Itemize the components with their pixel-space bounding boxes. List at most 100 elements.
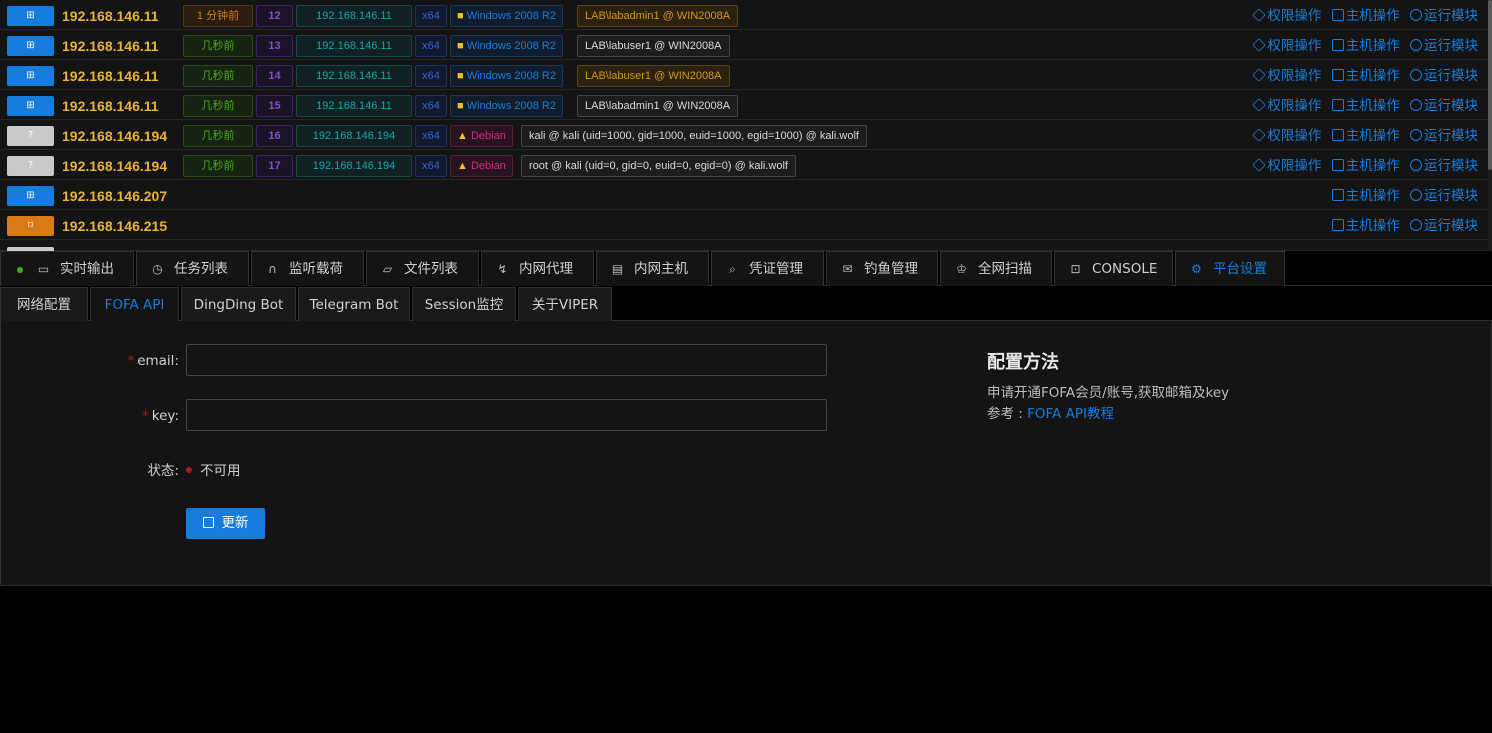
windows-icon: ⊞ [7, 96, 54, 116]
session-row[interactable]: ? 192.168.146.194 几秒前 16 192.168.146.194… [0, 120, 1488, 150]
server-icon: ▤ [611, 262, 624, 276]
privilege-ops-link[interactable]: 权限操作 [1252, 98, 1321, 114]
session-row[interactable]: ⊞ 192.168.146.11 几秒前 14 192.168.146.11 x… [0, 60, 1488, 90]
host-ops-link[interactable]: 主机操作 [1331, 188, 1400, 204]
action-label: 权限操作 [1267, 128, 1322, 144]
run-module-link[interactable]: 运行模块 [1410, 128, 1478, 144]
run-module-link[interactable]: 运行模块 [1410, 98, 1478, 114]
local-ip: 192.168.146.11 [296, 95, 412, 117]
session-row[interactable]: ⊞ 192.168.146.11 几秒前 15 192.168.146.11 x… [0, 90, 1488, 120]
tab-session-monitor[interactable]: Session监控 [412, 287, 516, 321]
play-icon [1410, 219, 1422, 231]
session-id: 16 [256, 125, 293, 147]
session-list: ⊞ 192.168.146.11 1 分钟前 12 192.168.146.11… [0, 0, 1492, 251]
host-icon [1331, 9, 1344, 21]
host-ops-link[interactable]: 主机操作 [1331, 158, 1400, 174]
row-actions: 权限操作 主机操作 运行模块 [1247, 36, 1478, 56]
row-actions: 权限操作 主机操作 运行模块 [1247, 66, 1478, 86]
heartbeat-time: 几秒前 [183, 65, 253, 87]
privilege-icon [1252, 8, 1267, 22]
tab-fofa-api[interactable]: FOFA API [90, 287, 179, 321]
howto-reference: 参考 : FOFA API教程 [987, 404, 1114, 424]
tab-network-config[interactable]: 网络配置 [0, 287, 88, 321]
session-row[interactable]: ? 192.168.146.194 几秒前 17 192.168.146.194… [0, 150, 1488, 180]
tab-listeners[interactable]: ∩ 监听载荷 [251, 251, 364, 286]
host-ops-link[interactable]: 主机操作 [1331, 38, 1400, 54]
privilege-ops-link[interactable]: 权限操作 [1252, 38, 1322, 54]
folder-icon: ▱ [382, 262, 393, 276]
windows-logo-icon: ■ [457, 10, 464, 22]
tab-task-list[interactable]: ◷ 任务列表 [136, 251, 249, 286]
local-ip: 192.168.146.194 [296, 155, 412, 177]
host-row[interactable]: ⊞ 192.168.146.207 主机操作 运行模块 [0, 180, 1488, 210]
tab-label: CONSOLE [1092, 261, 1158, 277]
required-mark: * [127, 353, 135, 369]
host-row[interactable]: ⌑ 192.168.146.215 主机操作 运行模块 [0, 210, 1488, 240]
session-ip: 192.168.146.11 [62, 8, 159, 24]
run-module-link[interactable]: 运行模块 [1410, 158, 1478, 174]
action-label: 主机操作 [1345, 188, 1400, 204]
local-ip: 192.168.146.11 [296, 65, 412, 87]
play-icon [1410, 129, 1422, 141]
run-module-link[interactable]: 运行模块 [1410, 38, 1478, 54]
windows-logo-icon: ■ [457, 40, 464, 52]
tab-intranet-hosts[interactable]: ▤ 内网主机 [596, 251, 709, 286]
row-actions: 权限操作 主机操作 运行模块 [1247, 156, 1478, 176]
host-ops-link[interactable]: 主机操作 [1331, 68, 1400, 84]
host-ops-link[interactable]: 主机操作 [1331, 128, 1400, 144]
windows-icon: ⊞ [7, 6, 54, 26]
tab-telegram-bot[interactable]: Telegram Bot [298, 287, 410, 321]
action-label: 运行模块 [1424, 8, 1478, 24]
tab-platform-settings[interactable]: ⚙ 平台设置 [1175, 251, 1285, 286]
tab-dingding-bot[interactable]: DingDing Bot [181, 287, 296, 321]
action-label: 运行模块 [1424, 128, 1478, 144]
privilege-ops-link[interactable]: 权限操作 [1252, 68, 1321, 84]
privilege-icon [1252, 68, 1267, 82]
email-label: * email: [127, 353, 179, 369]
tab-label: 内网主机 [634, 261, 688, 277]
privilege-icon [1252, 38, 1267, 52]
run-module-link[interactable]: 运行模块 [1410, 218, 1478, 234]
tab-about-viper[interactable]: 关于VIPER [518, 287, 612, 321]
scrollbar-thumb[interactable] [1488, 0, 1492, 170]
host-ops-link[interactable]: 主机操作 [1331, 8, 1400, 24]
email-field[interactable] [186, 344, 827, 376]
tab-file-list[interactable]: ▱ 文件列表 [366, 251, 479, 286]
tab-label: 文件列表 [404, 261, 458, 277]
user-tag: LAB\labadmin1 @ WIN2008A [577, 95, 739, 117]
session-row[interactable]: ⊞ 192.168.146.11 1 分钟前 12 192.168.146.11… [0, 0, 1488, 30]
host-ops-link[interactable]: 主机操作 [1331, 218, 1400, 234]
tab-console[interactable]: ⊡ CONSOLE [1054, 251, 1173, 286]
host-ip: 192.168.146.215 [62, 218, 168, 234]
user-tag: root @ kali (uid=0, gid=0, euid=0, egid=… [521, 155, 796, 177]
action-label: 权限操作 [1267, 38, 1322, 54]
fofa-tutorial-link[interactable]: FOFA API教程 [1027, 406, 1114, 422]
privilege-ops-link[interactable]: 权限操作 [1252, 158, 1322, 174]
action-label: 运行模块 [1424, 68, 1478, 84]
run-module-link[interactable]: 运行模块 [1410, 8, 1478, 24]
tab-label: 监听载荷 [289, 261, 343, 277]
privilege-icon [1252, 158, 1267, 172]
update-button[interactable]: 更新 [186, 508, 265, 539]
key-field[interactable] [186, 399, 827, 431]
action-label: 权限操作 [1267, 158, 1322, 174]
session-row[interactable]: ⊞ 192.168.146.11 几秒前 13 192.168.146.11 x… [0, 30, 1488, 60]
run-module-link[interactable]: 运行模块 [1410, 188, 1478, 204]
tab-realtime-output[interactable]: ▭ 实时输出 [0, 251, 134, 286]
arch-tag: x64 [415, 95, 447, 117]
tab-intranet-proxy[interactable]: ↯ 内网代理 [481, 251, 594, 286]
scrollbar[interactable] [1488, 0, 1492, 251]
user-tag: LAB\labuser1 @ WIN2008A [577, 65, 730, 87]
host-ops-link[interactable]: 主机操作 [1331, 98, 1400, 114]
privilege-ops-link[interactable]: 权限操作 [1252, 128, 1322, 144]
monitor-icon: ▭ [37, 262, 50, 276]
tab-network-scan[interactable]: ♔ 全网扫描 [940, 251, 1052, 286]
tab-credentials[interactable]: ⌕ 凭证管理 [711, 251, 824, 286]
terminal-icon: ⊡ [1070, 262, 1081, 276]
tab-phishing[interactable]: ✉ 钓鱼管理 [826, 251, 938, 286]
arch-tag: x64 [415, 5, 447, 27]
session-id: 17 [256, 155, 293, 177]
privilege-ops-link[interactable]: 权限操作 [1252, 8, 1321, 24]
run-module-link[interactable]: 运行模块 [1410, 68, 1478, 84]
row-actions: 主机操作 运行模块 [1326, 186, 1478, 206]
